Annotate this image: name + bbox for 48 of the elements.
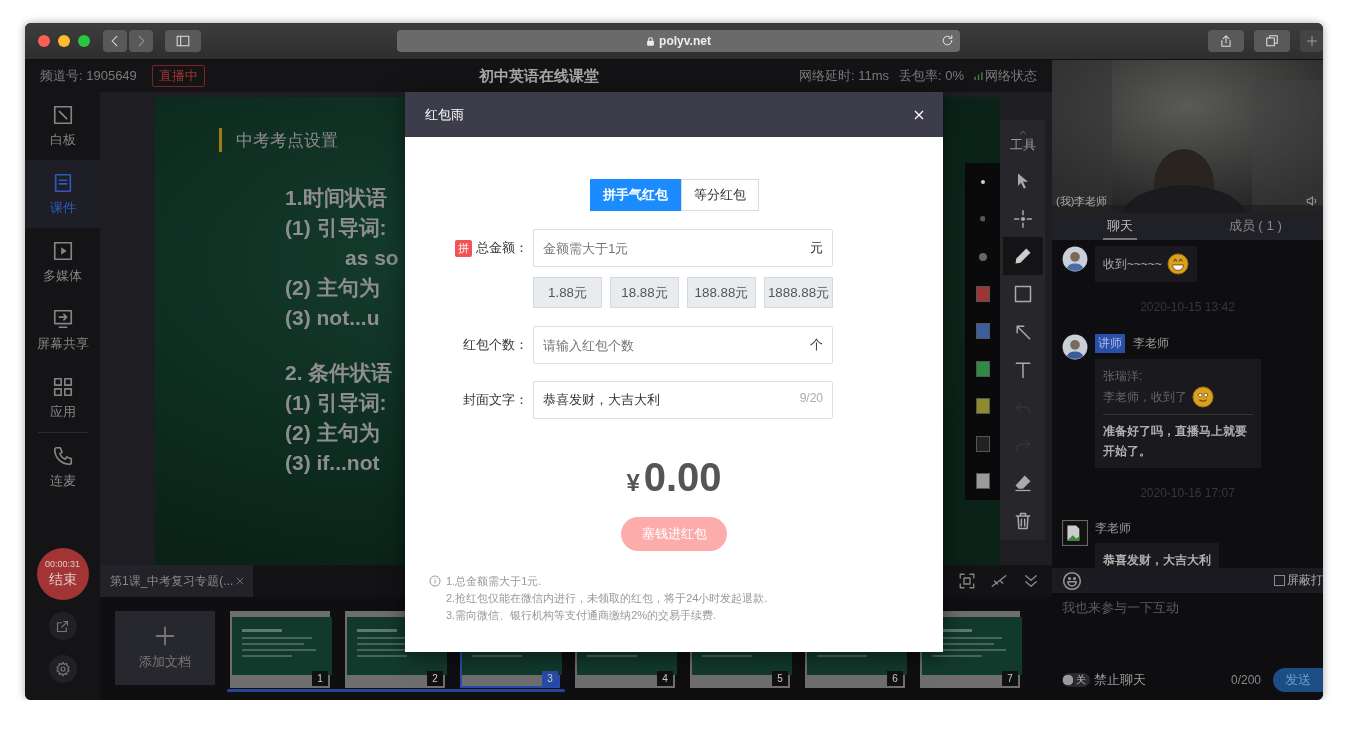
character-counter: 0/200 (1230, 673, 1261, 687)
page-number: 4 (657, 671, 673, 686)
page-number: 5 (772, 671, 788, 686)
note-text: 3.需向微信、银行机构等支付通商缴纳2%的交易手续费. (446, 608, 718, 623)
field-label: 总金额： (476, 239, 528, 257)
field-label: 封面文字： (463, 391, 528, 409)
course-title: 初中英语在线课堂 (478, 66, 599, 86)
video-name-label: (我)李老师 (1056, 194, 1108, 209)
mute-label: 禁止聊天 (1094, 671, 1146, 689)
checkbox-label: 屏蔽打 (1287, 572, 1323, 589)
message-text: 恭喜发财，大吉大利 (1103, 552, 1211, 568)
packet-loss-text: 丢包率: 0% (899, 67, 964, 85)
latency-text: 网络延时: 11ms (798, 67, 889, 85)
badge: 拼 (455, 239, 472, 257)
currency-symbol: ¥ (626, 469, 640, 497)
slide-heading: 中考考点设置 (236, 129, 338, 152)
field-label: 红包个数： (463, 336, 528, 354)
note-text: 2.抢红包仅能在微信内进行，未领取的红包，将于24小时发起退款. (446, 591, 768, 606)
sender-name: 李老师 (1095, 520, 1131, 537)
sender-name: 李老师 (1133, 335, 1169, 352)
slide-text: 2. 条件状语 (285, 360, 393, 386)
page-number: 3 (542, 671, 558, 686)
slide-text: (3) if...not (285, 450, 380, 476)
slide-text: (3) not...u (285, 305, 380, 331)
quoted-text: 李老师，收到了 (1103, 389, 1187, 406)
page-number: 7 (1002, 671, 1018, 686)
page-number: 6 (887, 671, 903, 686)
unit-label: 元 (810, 239, 823, 257)
channel-number: 频道号: 1905649 (40, 67, 137, 85)
live-badge: 直播中 (151, 65, 205, 87)
slide-text: (2) 主句为 (285, 420, 380, 446)
total-amount: 0.00 (643, 455, 722, 500)
message-text: 准备好了吗，直播马上就要开始了。 (1103, 423, 1248, 460)
quoted-name: 张瑞洋: (1103, 368, 1144, 385)
character-counter: 9/20 (799, 391, 823, 405)
message-text: 收到~~~~~ (1103, 256, 1163, 273)
role-badge: 讲师 (1095, 334, 1125, 353)
slide-text: (2) 主句为 (285, 275, 380, 301)
page-number: 2 (427, 671, 443, 686)
unit-label: 个 (810, 336, 823, 354)
page-number: 1 (312, 671, 328, 686)
note-text: 1.总金额需大于1元. (446, 574, 543, 589)
slide-text: 1.时间状语 (285, 185, 387, 211)
network-status-text: 网络状态 (985, 67, 1037, 85)
slide-text: (1) 引导词: (285, 390, 387, 416)
slide-text: (1) 引导词: (285, 215, 387, 241)
slide-text: as so (344, 245, 399, 271)
dialog-title: 红包雨 (425, 105, 464, 124)
